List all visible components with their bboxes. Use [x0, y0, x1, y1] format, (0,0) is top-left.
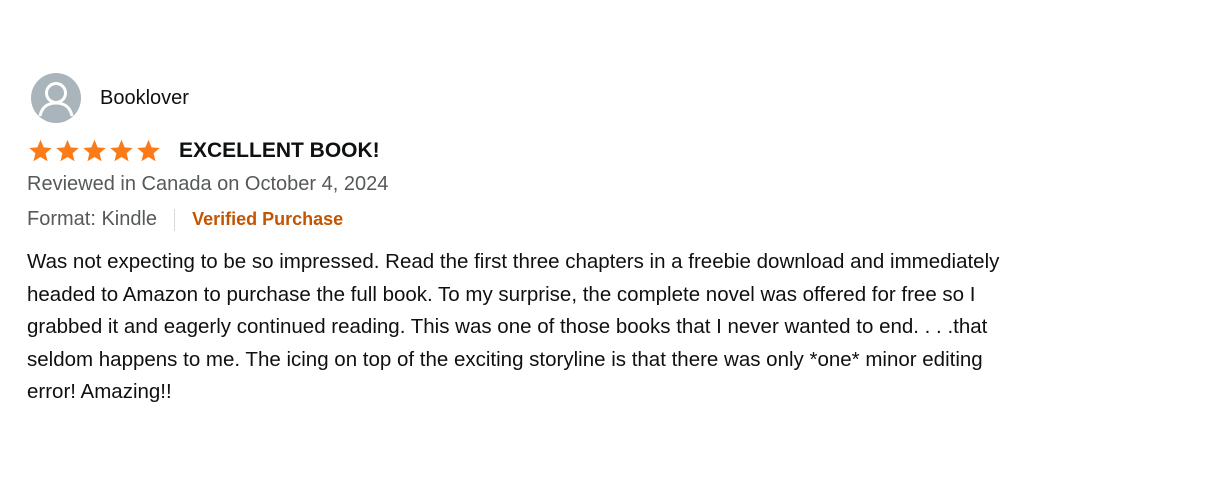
format-row: Format: Kindle Verified Purchase — [27, 208, 343, 231]
reviewer-profile[interactable]: Booklover — [31, 73, 189, 123]
user-silhouette-icon — [38, 82, 74, 117]
review-body-line: headed to Amazon to purchase the full bo… — [27, 282, 976, 306]
review-card: Booklover EXCELLENT BOOK! Reviewed in Ca… — [0, 0, 1224, 504]
format-label[interactable]: Format: Kindle — [27, 208, 157, 231]
rating-title-row: EXCELLENT BOOK! — [27, 138, 380, 164]
star-rating[interactable] — [27, 138, 162, 164]
divider — [174, 208, 176, 231]
reviewer-name[interactable]: Booklover — [100, 87, 189, 110]
star-icon — [83, 139, 106, 162]
review-body-line: seldom happens to me. The icing on top o… — [27, 347, 983, 371]
review-date-location: Reviewed in Canada on October 4, 2024 — [27, 173, 389, 195]
review-body-line: error! Amazing!! — [27, 380, 172, 403]
star-icon — [137, 139, 160, 162]
star-icon — [110, 139, 133, 162]
review-body-line: Was not expecting to be so impressed. Re… — [27, 250, 1000, 273]
verified-purchase-badge: Verified Purchase — [192, 209, 344, 229]
star-icon — [56, 139, 79, 162]
review-title[interactable]: EXCELLENT BOOK! — [179, 139, 380, 163]
star-icon — [29, 139, 52, 162]
review-body-line: grabbed it and eagerly continued reading… — [27, 315, 988, 338]
review-body: Was not expecting to be so impressed. Re… — [27, 246, 1207, 409]
avatar[interactable] — [31, 73, 81, 123]
